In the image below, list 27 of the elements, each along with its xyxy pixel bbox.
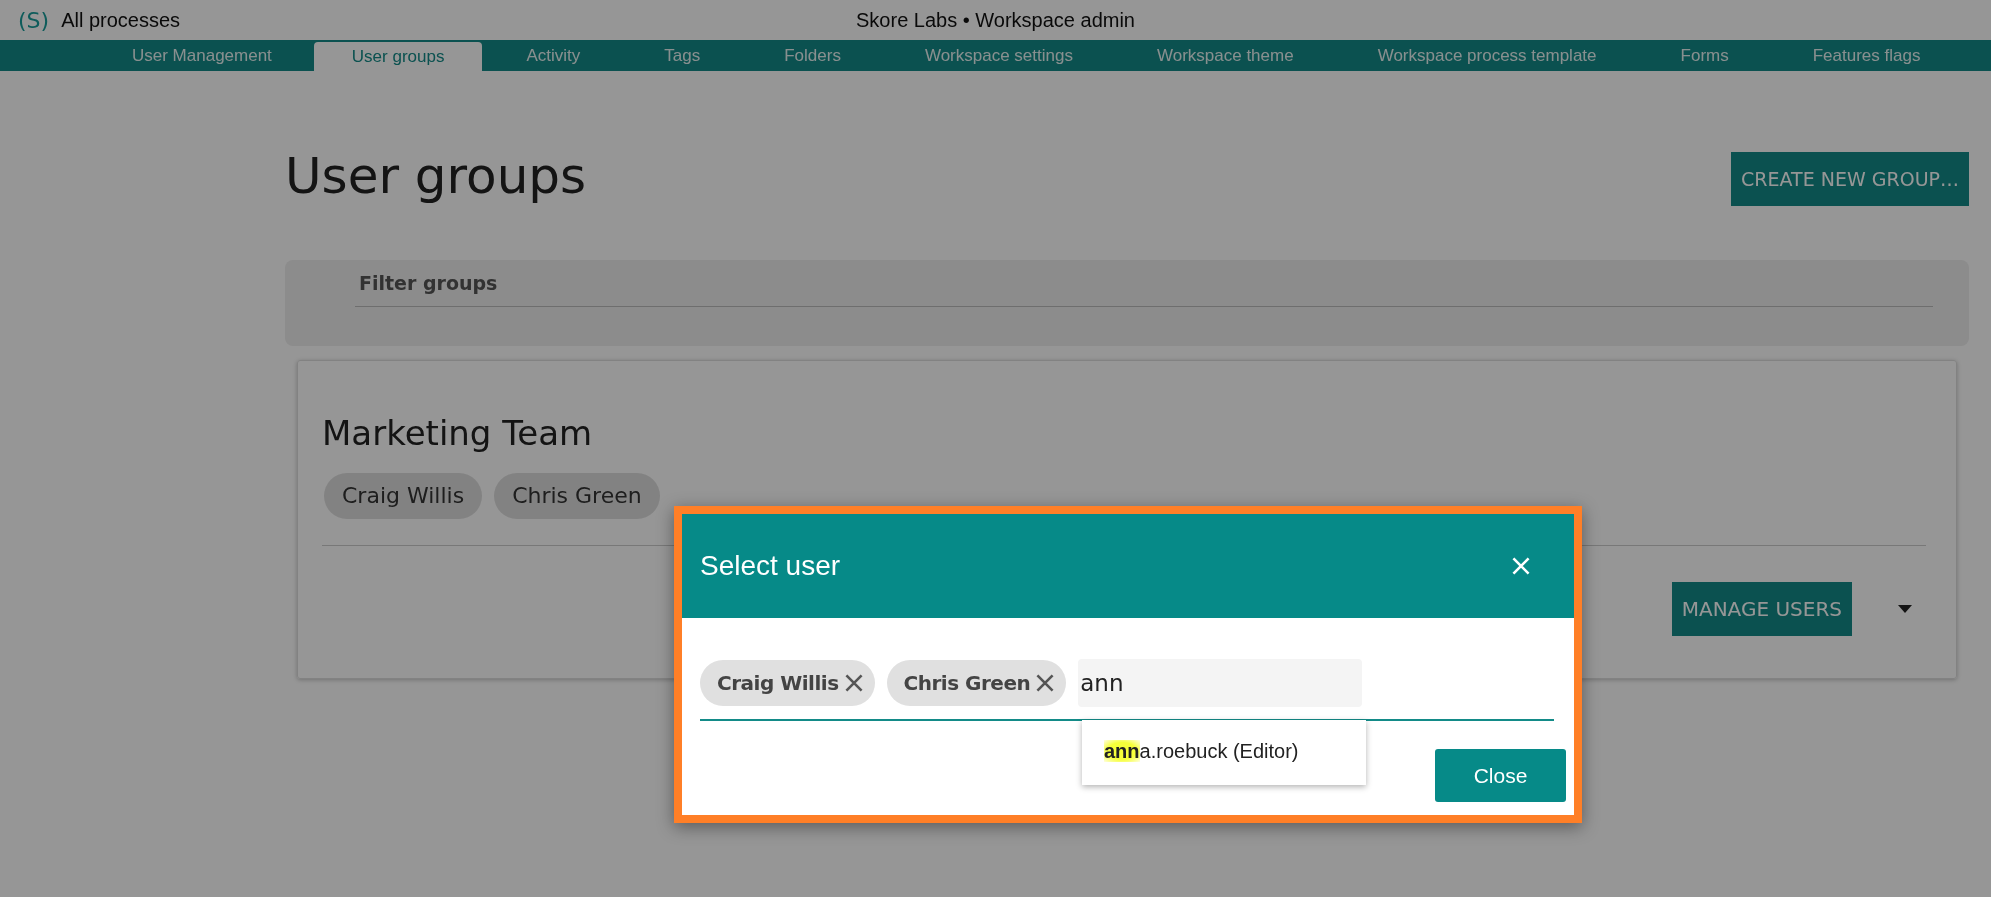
nav-tab[interactable]: Forms [1640, 40, 1769, 71]
user-name: Craig Willis [717, 671, 839, 695]
app-title: Skore Labs • Workspace admin [856, 8, 1135, 32]
group-name: Marketing Team [322, 413, 594, 453]
member-chip: Chris Green [494, 473, 660, 519]
nav-tab[interactable]: Workspace process template [1337, 40, 1637, 71]
close-button[interactable]: Close [1435, 749, 1566, 802]
search-field[interactable]: ann [1078, 659, 1363, 707]
logo[interactable]: (S) [18, 7, 50, 33]
nav-tab[interactable]: User groups [313, 42, 483, 71]
member-chip: Craig Willis [324, 473, 483, 519]
nav-tab[interactable]: Workspace theme [1116, 40, 1334, 71]
filter-field[interactable]: Filter groups [355, 260, 1933, 307]
manage-users-button[interactable]: MANAGE USERS [1671, 582, 1852, 636]
nav-tab[interactable]: Features flags [1772, 40, 1961, 71]
suggestion-item[interactable]: anna.roebuck (Editor) [1104, 740, 1366, 763]
nav-tab[interactable]: User Management [94, 40, 310, 71]
nav-tab[interactable]: Workspace settings [884, 40, 1113, 71]
dialog-title: Select user [700, 550, 841, 582]
nav-tab[interactable]: Tags [624, 40, 741, 71]
user-name: Chris Green [903, 671, 1031, 695]
all-processes-link[interactable]: All processes [61, 8, 181, 32]
caret-icon[interactable] [1898, 605, 1912, 613]
create-group-button[interactable]: CREATE NEW GROUP… [1731, 152, 1969, 206]
page-heading: User groups [285, 146, 587, 206]
nav-tab[interactable]: Activity [486, 40, 621, 71]
nav-tab[interactable]: Folders [744, 40, 881, 71]
